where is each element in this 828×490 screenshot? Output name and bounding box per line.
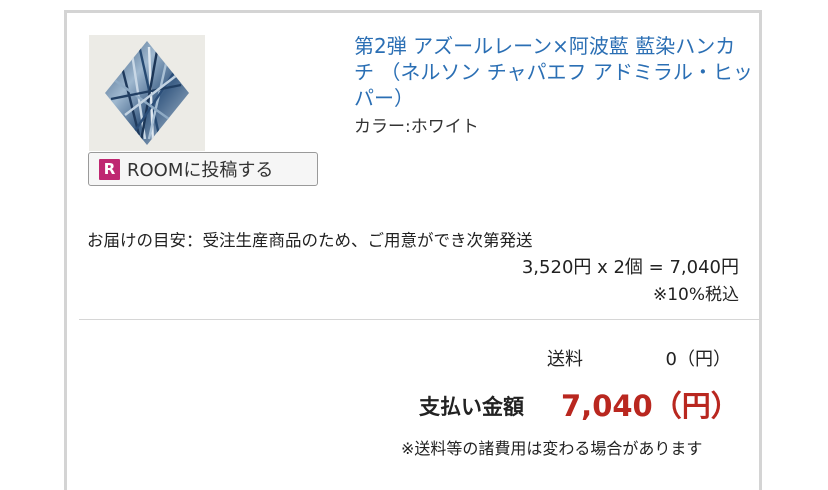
room-button-label: ROOMに投稿する xyxy=(127,160,274,181)
product-thumbnail[interactable] xyxy=(89,35,205,151)
room-logo-icon: R xyxy=(99,158,120,180)
order-item-card: R ROOMに投稿する 第2弾 アズールレーン×阿波藍 藍染ハンカチ （ネルソン… xyxy=(64,10,762,490)
delivery-estimate: お届けの目安：受注生産商品のため、ご用意ができ次第発送 xyxy=(87,231,533,250)
post-to-room-button[interactable]: R ROOMに投稿する xyxy=(88,152,318,186)
shipping-label: 送料 xyxy=(547,349,583,370)
shipping-value: 0（円） xyxy=(665,349,731,370)
tax-note: ※10%税込 xyxy=(652,285,739,305)
section-divider xyxy=(79,319,759,320)
price-calculation: 3,520円 x 2個 = 7,040円 xyxy=(521,257,739,278)
total-value: 7,040（円） xyxy=(561,389,740,423)
fee-note: ※送料等の諸費用は変わる場合があります xyxy=(401,439,703,458)
product-color: カラー:ホワイト xyxy=(354,117,479,137)
indigo-diamond-handkerchief-icon xyxy=(105,41,189,145)
total-label: 支払い金額 xyxy=(419,395,524,419)
product-title-link[interactable]: 第2弾 アズールレーン×阿波藍 藍染ハンカチ （ネルソン チャパエフ アドミラル… xyxy=(354,33,754,111)
